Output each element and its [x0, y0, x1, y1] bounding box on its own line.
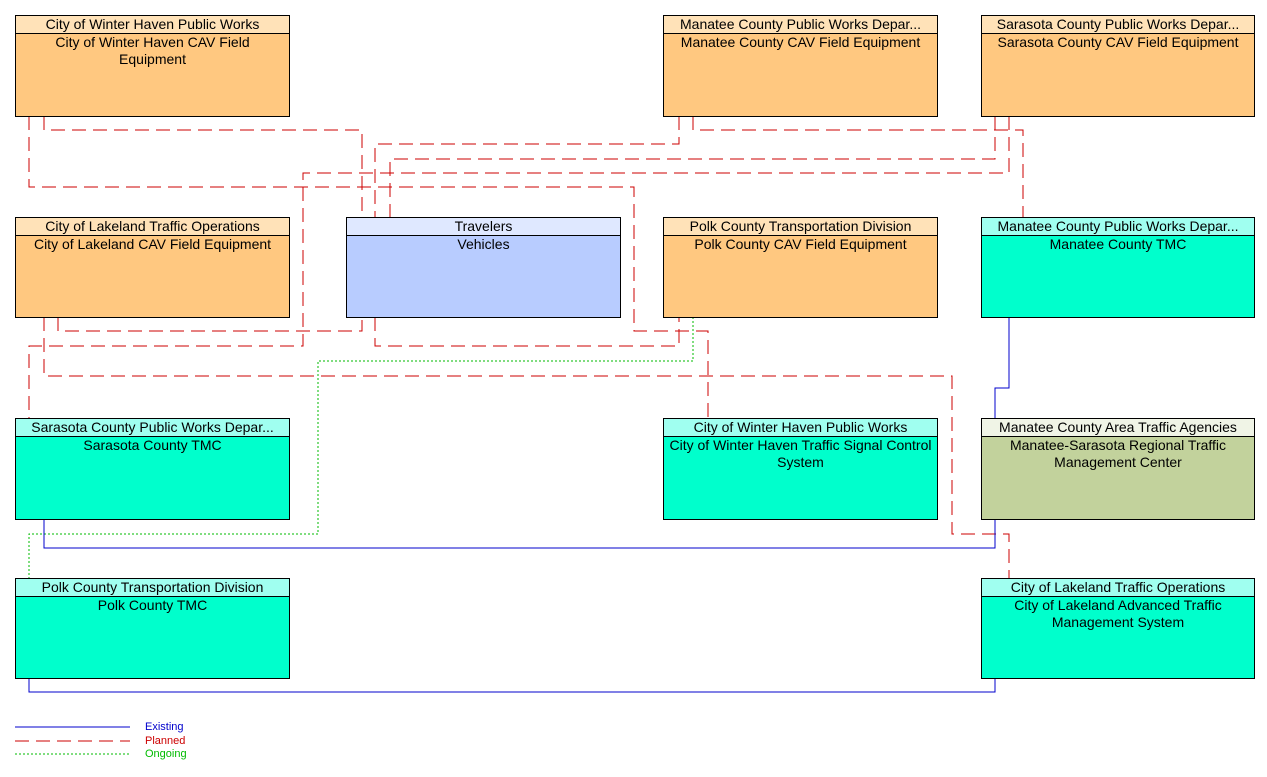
box-sarasota-cav[interactable]: Sarasota County Public Works Depar... Sa… [981, 15, 1255, 117]
flow-vehicles-to-polk-cav [374, 317, 680, 347]
legend-ongoing-label: Ongoing [145, 748, 187, 760]
box-sarasota-tmc[interactable]: Sarasota County Public Works Depar... Sa… [15, 418, 290, 520]
box-lakeland-cav[interactable]: City of Lakeland Traffic Operations City… [15, 217, 290, 318]
box-name: City of Lakeland Advanced Traffic Manage… [1014, 597, 1222, 630]
box-vehicles[interactable]: Travelers Vehicles [346, 217, 621, 318]
box-owner: City of Winter Haven Public Works [664, 419, 937, 437]
flow-manatee-tmc-to-rtmc [994, 317, 1010, 418]
box-owner: Travelers [347, 218, 620, 236]
box-name: Sarasota County TMC [83, 437, 222, 453]
box-name: Manatee County TMC [1049, 236, 1187, 252]
box-owner: Sarasota County Public Works Depar... [16, 419, 289, 437]
box-name: City of Lakeland CAV Field Equipment [33, 236, 272, 252]
box-manatee-cav[interactable]: Manatee County Public Works Depar... Man… [663, 15, 938, 117]
box-name: Polk County TMC [97, 597, 208, 613]
flow-manatee-cav-to-manatee-tmc [692, 116, 1024, 217]
box-owner: Sarasota County Public Works Depar... [982, 16, 1254, 34]
box-owner: Polk County Transportation Division [16, 579, 289, 597]
legend-existing-label: Existing [145, 721, 184, 733]
flow-polk-tmc-to-lakeland-atms [28, 678, 996, 693]
box-winter-haven-signal[interactable]: City of Winter Haven Public Works City o… [663, 418, 938, 520]
flow-sarasota-cav-to-vehicles [389, 116, 996, 217]
box-manatee-tmc[interactable]: Manatee County Public Works Depar... Man… [981, 217, 1255, 318]
box-owner: City of Lakeland Traffic Operations [16, 218, 289, 236]
flow-manatee-cav-to-vehicles [374, 116, 680, 217]
box-lakeland-atms[interactable]: City of Lakeland Traffic Operations City… [981, 578, 1255, 679]
box-name: Polk County CAV Field Equipment [694, 236, 907, 252]
box-polk-tmc[interactable]: Polk County Transportation Division Polk… [15, 578, 290, 679]
box-winter-haven-cav[interactable]: City of Winter Haven Public Works City o… [15, 15, 290, 117]
flow-sarasota-tmc-to-rtmc [43, 519, 996, 549]
box-name: Manatee-Sarasota Regional Traffic Manage… [1009, 437, 1227, 470]
flow-lakeland-cav-to-vehicles [57, 317, 363, 332]
flow-wh-cav-to-vehicles [43, 116, 363, 217]
box-name: City of Winter Haven CAV Field Equipment [55, 34, 250, 67]
box-owner: Manatee County Public Works Depar... [982, 218, 1254, 236]
box-owner: Polk County Transportation Division [664, 218, 937, 236]
box-name: City of Winter Haven Traffic Signal Cont… [669, 437, 932, 470]
box-name: Manatee County CAV Field Equipment [680, 34, 921, 50]
box-polk-cav[interactable]: Polk County Transportation Division Polk… [663, 217, 938, 318]
box-name: Vehicles [457, 236, 510, 252]
box-owner: City of Winter Haven Public Works [16, 16, 289, 34]
box-name: Sarasota County CAV Field Equipment [997, 34, 1239, 50]
legend-planned-label: Planned [145, 735, 186, 747]
box-owner: City of Lakeland Traffic Operations [982, 579, 1254, 597]
box-regional-tmc[interactable]: Manatee County Area Traffic Agencies Man… [981, 418, 1255, 520]
box-owner: Manatee County Area Traffic Agencies [982, 419, 1254, 437]
box-owner: Manatee County Public Works Depar... [664, 16, 937, 34]
